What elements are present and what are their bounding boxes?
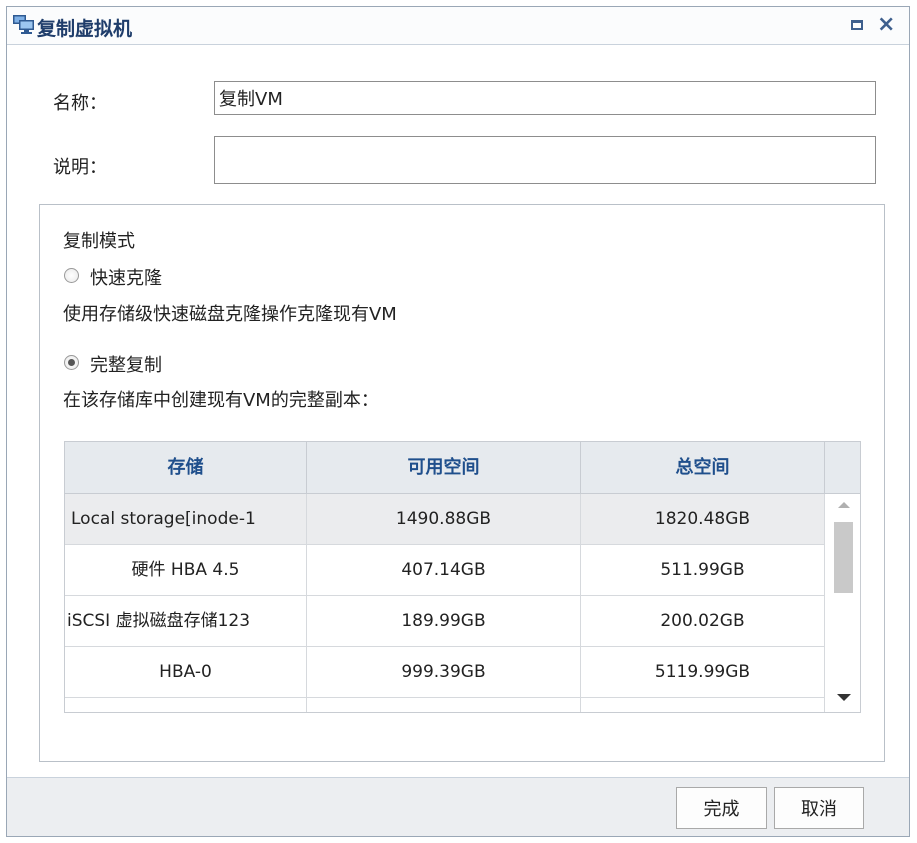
name-input[interactable] (214, 81, 876, 115)
table-row[interactable]: iSCSI 虚拟磁盘存储123 189.99GB 200.02GB (65, 596, 825, 647)
available-space-cell: 1490.88GB (307, 494, 581, 544)
cancel-button[interactable]: 取消 (774, 787, 864, 829)
available-space-cell: 407.14GB (307, 545, 581, 595)
description-input[interactable] (214, 136, 876, 184)
copy-vm-dialog: 复制虚拟机 × 名称： 说明： 复制模式 快速克隆 使用存储级快速磁盘克隆操作克… (6, 6, 910, 837)
storage-name-cell: iSCSI 虚拟磁盘存储123 (65, 596, 307, 646)
table-scrollbar[interactable] (827, 494, 860, 712)
full-copy-radio[interactable] (64, 355, 79, 370)
description-label: 说明： (53, 157, 107, 178)
scroll-up-arrow-icon[interactable] (838, 502, 850, 508)
table-row[interactable]: 硬件 HBA 4.5 407.14GB 511.99GB (65, 545, 825, 596)
dialog-footer: 完成 取消 (7, 777, 909, 836)
storage-name-cell: HBA-0 (65, 647, 307, 697)
available-space-cell: 189.99GB (307, 596, 581, 646)
fast-clone-description: 使用存储级快速磁盘克隆操作克隆现有VM (63, 304, 397, 325)
total-space-cell (581, 698, 825, 712)
maximize-icon[interactable] (849, 16, 867, 34)
fast-clone-radio[interactable] (64, 268, 79, 283)
available-space-cell: 999.39GB (307, 647, 581, 697)
table-row[interactable]: Local storage[inode-1 1490.88GB 1820.48G… (65, 494, 825, 545)
dialog-titlebar[interactable]: 复制虚拟机 × (7, 7, 909, 45)
vm-monitor-icon (13, 15, 34, 35)
copy-mode-group: 复制模式 快速克隆 使用存储级快速磁盘克隆操作克隆现有VM 完整复制 在该存储库… (39, 204, 885, 762)
total-space-cell: 5119.99GB (581, 647, 825, 697)
column-header-storage[interactable]: 存储 (65, 442, 307, 494)
full-copy-description: 在该存储库中创建现有VM的完整副本： (63, 390, 379, 411)
fast-clone-label[interactable]: 快速克隆 (90, 264, 162, 290)
column-header-available[interactable]: 可用空间 (307, 442, 581, 494)
total-space-cell: 200.02GB (581, 596, 825, 646)
storage-name-cell: Local storage[inode-1 (65, 494, 307, 544)
scroll-down-arrow-icon[interactable] (837, 694, 851, 701)
copy-mode-heading: 复制模式 (63, 231, 135, 252)
dialog-title: 复制虚拟机 (37, 18, 133, 40)
total-space-cell: 511.99GB (581, 545, 825, 595)
storage-name-cell: 硬件 HBA 4.5 (65, 545, 307, 595)
full-copy-label[interactable]: 完整复制 (90, 351, 162, 377)
storage-table: 存储 可用空间 总空间 Local storage[inode-1 1490.8… (64, 441, 861, 713)
storage-name-cell (65, 698, 307, 712)
name-label: 名称： (53, 93, 107, 114)
total-space-cell: 1820.48GB (581, 494, 825, 544)
table-row[interactable]: HBA-0 999.39GB 5119.99GB (65, 647, 825, 698)
scroll-thumb[interactable] (834, 522, 853, 593)
column-header-total[interactable]: 总空间 (581, 442, 825, 494)
close-icon[interactable]: × (877, 14, 895, 36)
table-row[interactable] (65, 698, 825, 712)
available-space-cell (307, 698, 581, 712)
finish-button[interactable]: 完成 (676, 787, 767, 829)
table-header: 存储 可用空间 总空间 (65, 442, 860, 494)
